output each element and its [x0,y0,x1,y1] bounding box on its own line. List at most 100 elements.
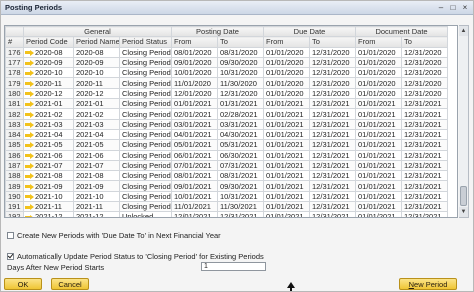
link-arrow-icon[interactable] [25,204,34,211]
column-header-document-from[interactable]: From [355,36,403,48]
table-row[interactable]: 179 2020-11 2020-11 Closing Period 11/01/202… [5,77,449,89]
posting-from-cell[interactable]: 04/01/2021 [171,128,218,141]
period-name-cell[interactable]: 2021-06 [73,149,120,161]
period-status-cell[interactable]: Closing Period [119,180,172,192]
period-status-cell[interactable]: Closing Period [119,77,172,89]
column-header-period-code[interactable]: Period Code [23,36,74,48]
period-code-cell[interactable]: 2021-10 [23,190,74,203]
table-row[interactable]: 190 2021-10 2021-10 Closing Period 10/01/202… [5,190,449,203]
document-to-cell[interactable]: 12/31/2021 [401,118,449,130]
due-from-cell[interactable]: 01/01/2020 [263,46,311,58]
document-from-cell[interactable]: 01/01/2020 [355,77,403,89]
posting-from-cell[interactable]: 01/01/2021 [171,98,218,110]
column-header-due-from[interactable]: From [263,36,311,48]
period-code-cell[interactable]: 2021-02 [23,108,74,120]
document-from-cell[interactable]: 01/01/2020 [355,87,403,100]
period-code-cell[interactable]: 2021-11 [23,201,74,213]
document-to-cell[interactable]: 12/31/2020 [401,77,449,89]
posting-to-cell[interactable]: 05/31/2021 [216,139,265,151]
due-from-cell[interactable]: 01/01/2021 [263,139,311,151]
document-from-cell[interactable]: 01/01/2021 [355,170,403,182]
due-to-cell[interactable]: 12/31/2021 [309,159,357,172]
period-code-cell[interactable]: 2020-11 [23,77,74,89]
period-name-cell[interactable]: 2021-01 [73,98,120,110]
posting-to-cell[interactable]: 09/30/2020 [216,56,265,69]
link-arrow-icon[interactable] [25,142,34,149]
posting-to-cell[interactable]: 04/30/2021 [216,128,265,141]
period-name-cell[interactable]: 2020-10 [73,67,120,79]
document-to-cell[interactable]: 12/31/2020 [401,87,449,100]
posting-to-cell[interactable]: 11/30/2020 [216,77,265,89]
table-row[interactable]: 184 2021-04 2021-04 Closing Period 04/01/202… [5,128,449,141]
period-code-cell[interactable]: 2020-09 [23,56,74,69]
period-code-cell[interactable]: 2020-12 [23,87,74,100]
due-from-cell[interactable]: 01/01/2021 [263,190,311,203]
posting-from-cell[interactable]: 06/01/2021 [171,149,218,161]
posting-to-cell[interactable]: 03/31/2021 [216,118,265,130]
due-from-cell[interactable]: 01/01/2021 [263,201,311,213]
document-from-cell[interactable]: 01/01/2021 [355,98,403,110]
due-from-cell[interactable]: 01/01/2021 [263,149,311,161]
title-bar[interactable]: Posting Periods – □ × [1,1,473,15]
period-code-cell[interactable]: 2021-03 [23,118,74,130]
column-header-period-name[interactable]: Period Name [73,36,120,48]
period-code-cell[interactable]: 2021-01 [23,98,74,110]
posting-from-cell[interactable]: 12/01/2020 [171,87,218,100]
period-name-cell[interactable]: 2021-04 [73,128,120,141]
link-arrow-icon[interactable] [25,193,34,200]
column-header-index[interactable]: # [5,36,24,48]
period-name-cell[interactable]: 2021-05 [73,139,120,151]
column-header-posting-from[interactable]: From [171,36,218,48]
document-to-cell[interactable]: 12/31/2021 [401,170,449,182]
due-to-cell[interactable]: 12/31/2021 [309,190,357,203]
column-header-posting-to[interactable]: To [216,36,265,48]
document-to-cell[interactable]: 12/31/2021 [401,98,449,110]
link-arrow-icon[interactable] [25,80,34,87]
ok-button[interactable]: OK [4,278,42,290]
table-row[interactable]: 178 2020-10 2020-10 Closing Period 10/01/202… [5,67,449,79]
due-to-cell[interactable]: 12/31/2020 [309,46,357,58]
posting-to-cell[interactable]: 09/30/2021 [216,180,265,192]
minimize-icon[interactable]: – [436,3,446,13]
posting-to-cell[interactable]: 12/31/2021 [216,211,265,217]
period-status-cell[interactable]: Unlocked [119,211,172,217]
document-to-cell[interactable]: 12/31/2020 [401,67,449,79]
due-from-cell[interactable]: 01/01/2021 [263,98,311,110]
posting-to-cell[interactable]: 12/31/2020 [216,87,265,100]
period-name-cell[interactable]: 2021-10 [73,190,120,203]
period-name-cell[interactable]: 2021-08 [73,170,120,182]
posting-from-cell[interactable]: 02/01/2021 [171,108,218,120]
period-status-cell[interactable]: Closing Period [119,108,172,120]
period-status-cell[interactable]: Closing Period [119,159,172,172]
table-row[interactable]: 189 2021-09 2021-09 Closing Period 09/01/202… [5,180,449,192]
due-to-cell[interactable]: 12/31/2020 [309,67,357,79]
due-from-cell[interactable]: 01/01/2020 [263,56,311,69]
period-status-cell[interactable]: Closing Period [119,87,172,100]
posting-from-cell[interactable]: 05/01/2021 [171,139,218,151]
due-from-cell[interactable]: 01/01/2021 [263,128,311,141]
scroll-down-icon[interactable]: ▼ [459,207,468,217]
document-from-cell[interactable]: 01/01/2021 [355,211,403,217]
posting-to-cell[interactable]: 10/31/2020 [216,67,265,79]
document-from-cell[interactable]: 01/01/2020 [355,46,403,58]
period-name-cell[interactable]: 2020-11 [73,77,120,89]
posting-from-cell[interactable]: 08/01/2020 [171,46,218,58]
posting-from-cell[interactable]: 10/01/2021 [171,190,218,203]
due-to-cell[interactable]: 12/31/2021 [309,149,357,161]
period-name-cell[interactable]: 2021-12 [73,211,120,217]
cancel-button[interactable]: Cancel [51,278,89,290]
due-from-cell[interactable]: 01/01/2020 [263,87,311,100]
document-from-cell[interactable]: 01/01/2021 [355,128,403,141]
document-from-cell[interactable]: 01/01/2021 [355,108,403,120]
posting-from-cell[interactable]: 11/01/2020 [171,77,218,89]
period-status-cell[interactable]: Closing Period [119,56,172,69]
create-new-periods-option[interactable]: Create New Periods with 'Due Date To' in… [7,231,221,240]
document-from-cell[interactable]: 01/01/2021 [355,118,403,130]
table-row[interactable]: 186 2021-06 2021-06 Closing Period 06/01/202… [5,149,449,161]
scroll-thumb[interactable] [460,186,467,206]
period-status-cell[interactable]: Closing Period [119,170,172,182]
due-to-cell[interactable]: 12/31/2021 [309,180,357,192]
posting-from-cell[interactable]: 11/01/2021 [171,201,218,213]
document-to-cell[interactable]: 12/31/2021 [401,139,449,151]
period-name-cell[interactable]: 2021-03 [73,118,120,130]
